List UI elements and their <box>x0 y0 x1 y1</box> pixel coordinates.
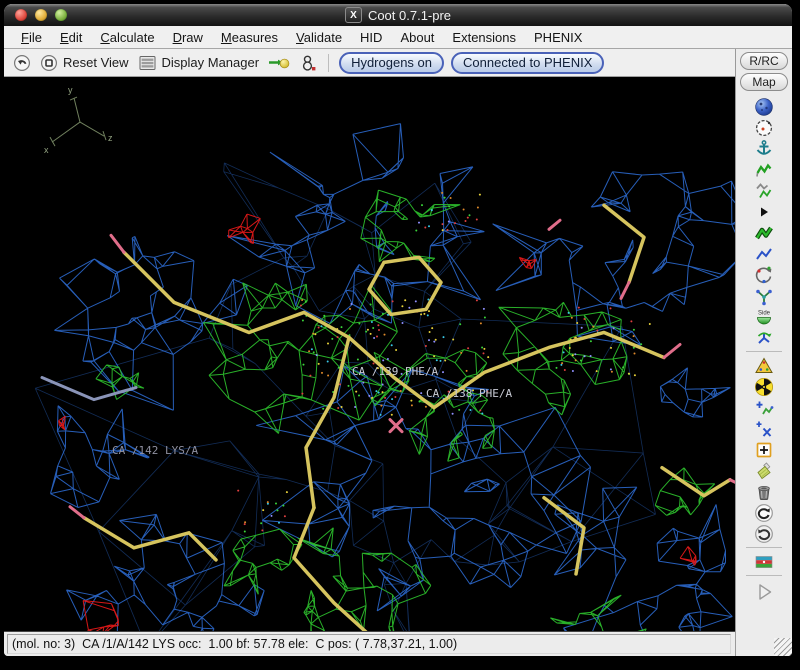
phenix-connection-button[interactable]: Connected to PHENIX <box>451 52 604 74</box>
reset-view-button[interactable]: Reset View <box>39 54 130 72</box>
view-back-button[interactable] <box>12 54 32 72</box>
side-label: Side <box>758 310 771 316</box>
menu-about[interactable]: About <box>391 28 443 47</box>
reset-view-label: Reset View <box>63 55 129 70</box>
atom-label: CA /139 PHE/A <box>352 365 438 378</box>
circular-arrow-atoms-icon[interactable] <box>749 264 779 285</box>
zoom-button[interactable] <box>55 9 67 21</box>
statusbar-frame: (mol. no: 3) CA /1/A/142 LYS occ: 1.00 b… <box>7 634 731 654</box>
stop-circle-icon <box>40 54 58 72</box>
brush-icon[interactable] <box>749 460 779 481</box>
small-play-triangle-icon[interactable] <box>749 201 779 222</box>
molecule-icon <box>299 54 317 72</box>
density-scene: y x z <box>4 77 735 631</box>
go-to-atom-button[interactable] <box>267 54 291 71</box>
statusbar: (mol. no: 3) CA /1/A/142 LYS occ: 1.00 b… <box>4 631 735 656</box>
toolbar-separator <box>746 351 782 352</box>
menu-draw[interactable]: Draw <box>164 28 212 47</box>
menu-extensions[interactable]: Extensions <box>443 28 525 47</box>
gl-canvas[interactable]: y x z CA /139 PHE/A CA /138 PHE/A CA /14… <box>4 77 735 631</box>
add-terminal-residue-icon[interactable] <box>749 397 779 418</box>
run-play-icon[interactable] <box>749 579 779 605</box>
atom-label: CA /142 LYS/A <box>112 444 198 457</box>
display-manager-label: Display Manager <box>162 55 260 70</box>
axes-widget: y x z <box>44 85 113 155</box>
toolbar-separator <box>746 575 782 576</box>
toolbar-separator <box>746 547 782 548</box>
radioactive-icon[interactable] <box>749 376 779 397</box>
go-to-ligand-button[interactable] <box>298 54 318 72</box>
minimize-button[interactable] <box>35 9 47 21</box>
menu-validate[interactable]: Validate <box>287 28 351 47</box>
bold-green-zigzag-icon[interactable] <box>749 222 779 243</box>
warning-triangle-icon[interactable] <box>749 355 779 376</box>
axis-x-label: x <box>44 145 49 155</box>
atom-label: CA /138 PHE/A <box>426 387 512 400</box>
model-toolbar: Side <box>746 96 782 605</box>
atom-status-text: (mol. no: 3) CA /1/A/142 LYS occ: 1.00 b… <box>12 637 457 651</box>
side-chain-flip-icon[interactable]: Side <box>749 306 779 327</box>
anchor-icon[interactable] <box>749 138 779 159</box>
close-button[interactable] <box>15 9 27 21</box>
back-circle-icon <box>13 54 31 72</box>
rrc-button[interactable]: R/RC <box>740 52 788 70</box>
axis-y-label: y <box>68 85 73 95</box>
toolbar-separator <box>328 54 329 72</box>
map-button[interactable]: Map <box>740 73 788 91</box>
go-to-atom-arrow-icon <box>268 54 290 71</box>
blue-sphere-icon[interactable] <box>749 96 779 117</box>
main-area: Reset View Display Manager <box>4 49 792 656</box>
display-manager-button[interactable]: Display Manager <box>137 54 261 72</box>
hydrogens-toggle-button[interactable]: Hydrogens on <box>339 52 444 74</box>
titlebar: X Coot 0.7.1-pre <box>4 4 792 26</box>
trash-icon[interactable] <box>749 481 779 502</box>
menubar: File Edit Calculate Draw Measures Valida… <box>4 26 792 49</box>
undo-icon[interactable] <box>749 502 779 523</box>
blue-zigzag-icon[interactable] <box>749 243 779 264</box>
chi-angles-icon[interactable] <box>749 285 779 306</box>
menu-edit[interactable]: Edit <box>51 28 91 47</box>
boxed-plus-icon[interactable] <box>749 439 779 460</box>
double-squiggle-icon[interactable] <box>749 180 779 201</box>
jed-flip-icon[interactable] <box>749 327 779 348</box>
target-circle-icon[interactable] <box>749 117 779 138</box>
window-title: Coot 0.7.1-pre <box>368 8 451 23</box>
coot-window: X Coot 0.7.1-pre File Edit Calculate Dra… <box>4 4 792 656</box>
menu-calculate[interactable]: Calculate <box>91 28 163 47</box>
x11-app-icon: X <box>345 7 362 23</box>
menu-phenix[interactable]: PHENIX <box>525 28 591 47</box>
display-manager-icon <box>138 54 157 72</box>
menu-measures[interactable]: Measures <box>212 28 287 47</box>
resize-grip[interactable] <box>774 638 792 656</box>
axis-z-label: z <box>108 133 113 143</box>
left-column: Reset View Display Manager <box>4 49 735 656</box>
menu-file[interactable]: File <box>12 28 51 47</box>
toolbar: Reset View Display Manager <box>4 49 735 77</box>
menu-hid[interactable]: HID <box>351 28 391 47</box>
green-squiggle-icon[interactable] <box>749 159 779 180</box>
flag-icon[interactable] <box>749 551 779 572</box>
redo-icon[interactable] <box>749 523 779 544</box>
right-toolbar-panel: R/RC Map <box>735 49 792 656</box>
add-alt-conf-icon[interactable] <box>749 418 779 439</box>
